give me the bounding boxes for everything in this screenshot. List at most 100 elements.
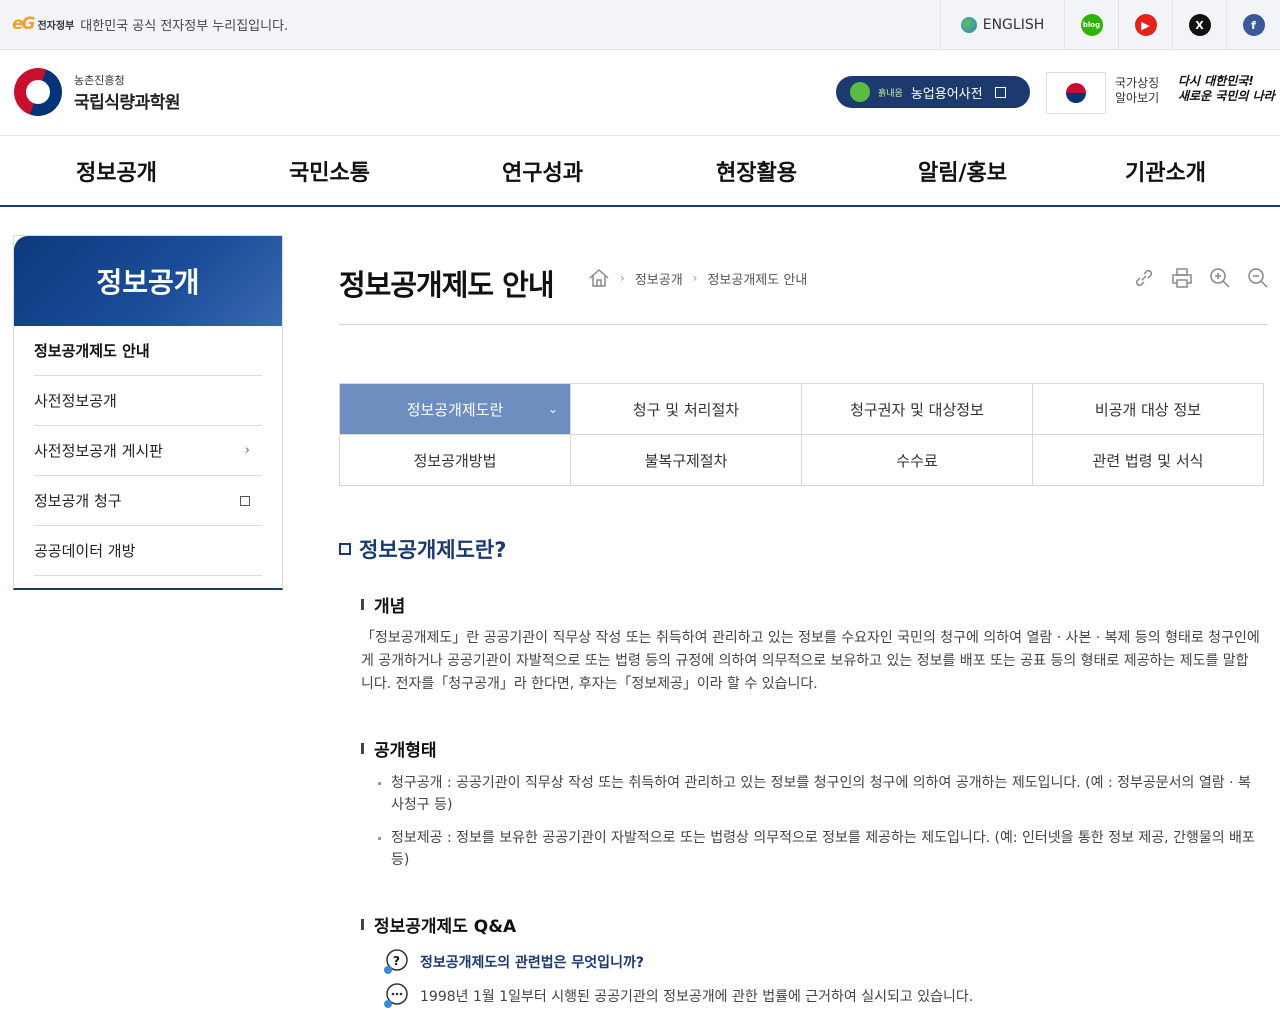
print-icon[interactable]	[1170, 266, 1194, 290]
side-nav-list: 정보공개제도 안내 사전정보공개 사전정보공개 게시판 › 정보공개 청구 공공…	[14, 326, 282, 576]
taegeuk-icon	[1066, 83, 1086, 103]
square-bullet-icon	[339, 543, 351, 555]
home-icon[interactable]	[588, 268, 610, 288]
dictionary-label: 농업용어사전	[910, 86, 983, 102]
x-link[interactable]: X	[1172, 0, 1226, 50]
slogan-logo: 다시 대한민국! 새로운 국민의 나라	[1178, 74, 1275, 104]
egov-mark: eG	[12, 14, 36, 34]
tab-requester[interactable]: 청구권자 및 대상정보	[802, 384, 1033, 435]
tab-what-is[interactable]: 정보공개제도란 ⌄	[340, 384, 571, 435]
zoom-out-icon[interactable]	[1246, 266, 1270, 290]
side-nav-title: 정보공개	[14, 236, 282, 326]
qa-question-text: 정보공개제도의 관련법은 무엇입니까?	[420, 955, 644, 971]
slogan-line1: 다시 대한민국!	[1178, 74, 1254, 88]
nav-field[interactable]: 현장활용	[716, 155, 797, 187]
agri-dictionary-button[interactable]: 흙내음 농업용어사전	[836, 76, 1030, 108]
breadcrumb-separator-icon: ›	[620, 271, 625, 285]
section-heading: 정보공개제도란?	[339, 534, 506, 564]
bar-bullet-icon	[361, 919, 364, 930]
type-list-item: 정보제공 : 정보를 보유한 공공기관이 자발적으로 또는 법령상 의무적으로 …	[376, 827, 1256, 871]
side-nav-item-public-data[interactable]: 공공데이터 개방	[34, 526, 262, 576]
side-nav-item-pre-disclosure[interactable]: 사전정보공개	[34, 376, 262, 426]
content-tabs: 정보공개제도란 ⌄ 청구 및 처리절차 청구권자 및 대상정보 비공개 대상 정…	[339, 383, 1264, 486]
tab-label: 비공개 대상 정보	[1094, 400, 1202, 419]
chevron-right-icon: ›	[244, 443, 250, 458]
nav-research[interactable]: 연구성과	[502, 155, 583, 187]
egov-description: 대한민국 공식 전자정부 누리집입니다.	[80, 18, 289, 34]
nav-news[interactable]: 알림/홍보	[918, 155, 1007, 187]
tab-procedure[interactable]: 청구 및 처리절차	[571, 384, 802, 435]
type-heading-text: 공개형태	[374, 741, 437, 761]
gov-banner-right: ENGLISH blog ▶ X f	[940, 0, 1280, 50]
blog-link[interactable]: blog	[1064, 0, 1118, 50]
nav-info-disclosure[interactable]: 정보공개	[76, 155, 157, 187]
english-label: ENGLISH	[982, 17, 1045, 33]
bar-bullet-icon	[361, 743, 364, 754]
youtube-link[interactable]: ▶	[1118, 0, 1172, 50]
side-nav: 정보공개 정보공개제도 안내 사전정보공개 사전정보공개 게시판 › 정보공개 …	[13, 235, 283, 590]
type-list-item: 청구공개 : 공공기관이 직무상 작성 또는 취득하여 관리하고 있는 정보를 …	[376, 772, 1256, 816]
side-nav-item-label: 사전정보공개	[34, 392, 117, 410]
tab-label: 불복구제절차	[644, 451, 728, 470]
side-nav-item-pre-disclosure-board[interactable]: 사전정보공개 게시판 ›	[34, 426, 262, 476]
org-sub-name: 농촌진흥청	[74, 73, 125, 87]
tab-appeal[interactable]: 불복구제절차	[571, 435, 802, 486]
tab-fee[interactable]: 수수료	[802, 435, 1033, 486]
main-nav: 정보공개 국민소통 연구성과 현장활용 알림/홍보 기관소개	[0, 136, 1280, 207]
government-emblem-icon	[14, 68, 62, 116]
nav-communication[interactable]: 국민소통	[289, 155, 370, 187]
bar-bullet-icon	[361, 599, 364, 610]
gov-banner: eG 전자정부 대한민국 공식 전자정부 누리집입니다. ENGLISH blo…	[0, 0, 1280, 50]
concept-paragraph: 「정보공개제도」란 공공기관이 직무상 작성 또는 취득하여 관리하고 있는 정…	[361, 630, 1260, 692]
facebook-link[interactable]: f	[1226, 0, 1280, 50]
national-flag-link[interactable]	[1046, 72, 1106, 114]
tab-label: 수수료	[896, 451, 938, 470]
nav-about[interactable]: 기관소개	[1125, 155, 1206, 187]
side-nav-item-label: 공공데이터 개방	[34, 542, 136, 560]
site-header: 농촌진흥청 국립식량과학원 흙내음 농업용어사전 국가상징 알아보기 다시 대한…	[0, 50, 1280, 136]
facebook-icon: f	[1242, 14, 1265, 36]
tab-non-disclosure[interactable]: 비공개 대상 정보	[1033, 384, 1264, 435]
side-nav-item-label: 사전정보공개 게시판	[34, 442, 163, 460]
site-logo[interactable]: 농촌진흥청 국립식량과학원	[14, 68, 180, 116]
link-share-icon[interactable]	[1132, 266, 1156, 290]
national-symbol-line1: 국가상징	[1115, 76, 1160, 90]
breadcrumb: › 정보공개 › 정보공개제도 안내	[588, 268, 807, 288]
section-heading-text: 정보공개제도란?	[359, 538, 507, 562]
zoom-in-icon[interactable]	[1208, 266, 1232, 290]
national-symbol-text: 국가상징 알아보기	[1115, 76, 1159, 106]
new-window-icon	[994, 86, 1006, 98]
qa-heading: 정보공개제도 Q&A	[361, 912, 516, 937]
side-nav-item-label: 정보공개제도 안내	[34, 342, 150, 360]
question-bubble-icon: ?	[382, 948, 410, 976]
globe-icon	[960, 17, 977, 33]
tab-label: 관련 법령 및 서식	[1092, 451, 1204, 470]
tab-label: 청구 및 처리절차	[632, 400, 740, 419]
tab-label: 청구권자 및 대상정보	[850, 400, 984, 419]
qa-answer: 1998년 1월 1일부터 시행된 공공기관의 정보공개에 관한 법률에 근거하…	[382, 982, 973, 1010]
qa-question: ? 정보공개제도의 관련법은 무엇입니까?	[382, 948, 644, 976]
tab-label: 정보공개방법	[413, 451, 497, 470]
leaf-icon	[850, 82, 870, 102]
tab-laws-forms[interactable]: 관련 법령 및 서식	[1033, 435, 1264, 486]
title-divider	[339, 324, 1267, 325]
breadcrumb-separator-icon: ›	[692, 271, 698, 285]
side-nav-item-label: 정보공개 청구	[34, 492, 122, 510]
breadcrumb-item[interactable]: 정보공개	[635, 269, 683, 288]
qa-answer-text: 1998년 1월 1일부터 시행된 공공기관의 정보공개에 관한 법률에 근거하…	[420, 989, 974, 1005]
slogan-line2: 새로운 국민의 나라	[1178, 89, 1275, 103]
breadcrumb-item[interactable]: 정보공개제도 안내	[707, 269, 807, 288]
logo-text: 농촌진흥청 국립식량과학원	[74, 72, 180, 113]
english-link[interactable]: ENGLISH	[940, 0, 1064, 50]
dictionary-small-label: 흙내음	[878, 88, 903, 99]
answer-bubble-icon	[382, 982, 410, 1010]
tab-label: 정보공개제도란	[406, 400, 504, 419]
youtube-icon: ▶	[1134, 14, 1157, 36]
egov-logo: eG 전자정부	[12, 14, 74, 34]
type-heading: 공개형태	[361, 736, 437, 761]
tab-method[interactable]: 정보공개방법	[340, 435, 571, 486]
new-window-icon	[240, 495, 250, 506]
side-nav-item-guide[interactable]: 정보공개제도 안내	[34, 326, 262, 376]
side-nav-item-request[interactable]: 정보공개 청구	[34, 476, 262, 526]
page-title: 정보공개제도 안내	[339, 268, 555, 302]
